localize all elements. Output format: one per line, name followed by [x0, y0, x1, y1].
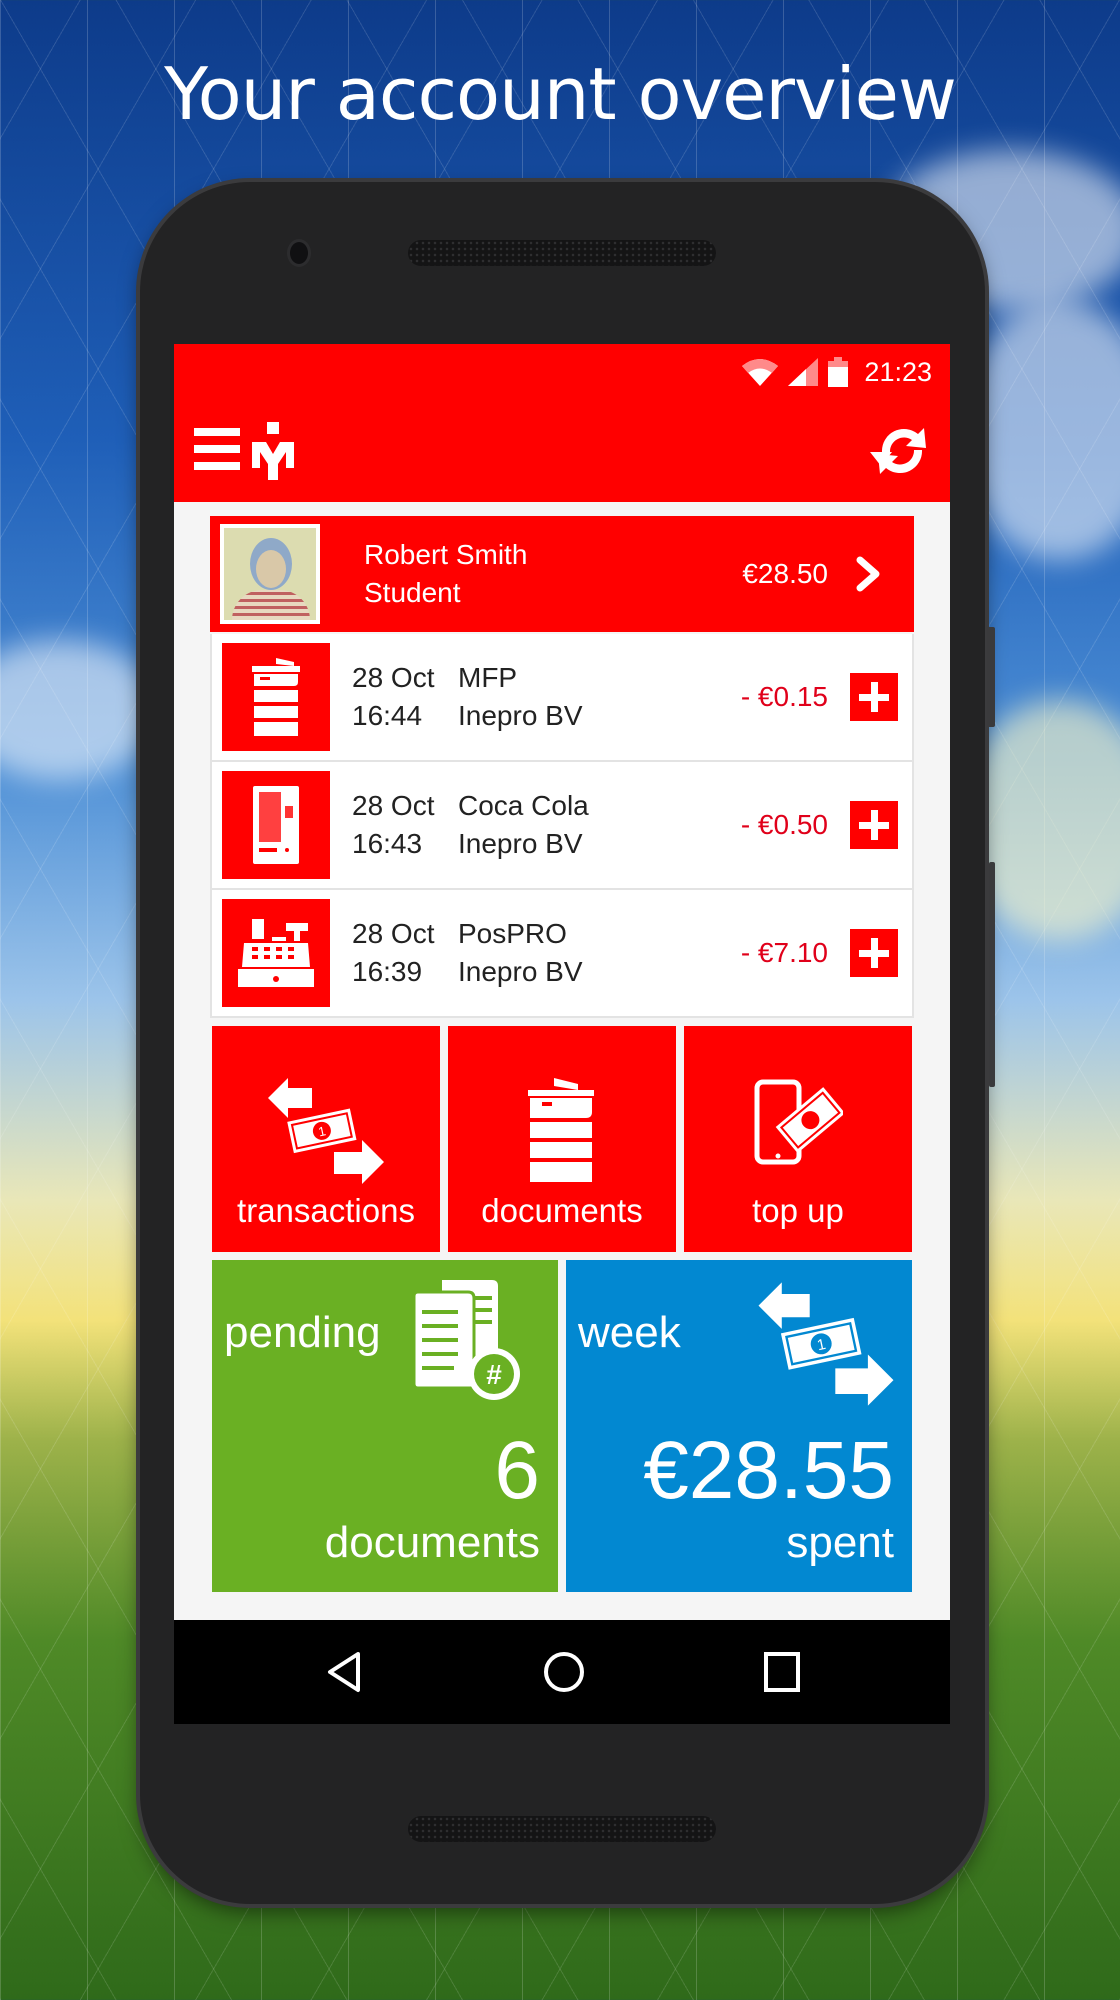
tile-top-up[interactable]: top up — [684, 1026, 912, 1252]
money-exchange-icon: 1 — [268, 1078, 384, 1184]
documents-hash-icon: # — [412, 1280, 520, 1400]
transaction-amount: - €7.10 — [740, 937, 828, 968]
transaction-row[interactable]: 28 Oct PosPRO 16:39 Inepro BV - €7.10 — [210, 890, 914, 1018]
money-exchange-icon: 1 — [758, 1282, 894, 1406]
plus-icon[interactable] — [850, 801, 898, 849]
pending-unit: documents — [324, 1518, 540, 1567]
week-spent-tile[interactable]: week 1 €28.55 spent — [566, 1260, 912, 1592]
transaction-row[interactable]: 28 Oct Coca Cola 16:43 Inepro BV - €0.50 — [210, 762, 914, 890]
profile-name: Robert Smith — [364, 539, 528, 570]
transaction-time: 16:44 — [352, 700, 423, 731]
week-spent-amount: €28.55 — [643, 1425, 894, 1516]
android-nav-bar — [174, 1620, 950, 1724]
transaction-name: PosPRO — [458, 918, 567, 949]
printer-icon — [222, 643, 330, 751]
content-area: Robert Smith Student €28.50 28 Oct MFP 1… — [174, 502, 950, 1592]
transaction-vendor: Inepro BV — [458, 700, 583, 731]
phone-screen: 21:23 Robert Smith Student €28.50 28 Oct… — [174, 344, 950, 1724]
wifi-icon — [742, 359, 779, 386]
back-icon[interactable] — [324, 1650, 364, 1694]
transaction-time: 16:43 — [352, 828, 423, 859]
home-icon[interactable] — [542, 1650, 586, 1694]
cash-register-icon — [222, 899, 330, 1007]
tile-documents[interactable]: documents — [448, 1026, 676, 1252]
front-camera — [290, 242, 308, 264]
tile-label: transactions — [237, 1192, 415, 1229]
pending-count: 6 — [494, 1425, 540, 1516]
transaction-date: 28 Oct — [352, 790, 435, 821]
tile-transactions[interactable]: 1 transactions — [212, 1026, 440, 1252]
transaction-date: 28 Oct — [352, 918, 435, 949]
transaction-date: 28 Oct — [352, 662, 435, 693]
app-bar — [174, 400, 950, 502]
top-speaker — [408, 240, 716, 266]
plus-icon[interactable] — [850, 929, 898, 977]
recents-icon[interactable] — [762, 1650, 802, 1694]
tile-label: top up — [752, 1192, 844, 1229]
battery-icon — [828, 357, 849, 387]
profile-card[interactable]: Robert Smith Student €28.50 — [210, 516, 914, 632]
hamburger-menu-icon[interactable] — [194, 426, 240, 472]
transaction-amount: - €0.50 — [740, 809, 828, 840]
transaction-name: MFP — [458, 662, 518, 693]
profile-role: Student — [364, 577, 461, 608]
transaction-row[interactable]: 28 Oct MFP 16:44 Inepro BV - €0.15 — [210, 634, 914, 762]
refresh-icon[interactable] — [870, 422, 934, 480]
profile-balance: €28.50 — [742, 558, 828, 589]
summary-tiles: pending # 6 documents week 1 €28.55 spen… — [210, 1260, 914, 1592]
vending-machine-icon — [222, 771, 330, 879]
pending-documents-tile[interactable]: pending # 6 documents — [212, 1260, 558, 1592]
chevron-right-icon[interactable] — [854, 554, 884, 594]
phone-frame: 21:23 Robert Smith Student €28.50 28 Oct… — [140, 182, 995, 1904]
status-bar: 21:23 — [174, 344, 950, 400]
tile-label: documents — [481, 1192, 643, 1229]
pending-title: pending — [224, 1308, 381, 1357]
power-button — [987, 627, 995, 727]
transaction-amount: - €0.15 — [740, 681, 828, 712]
printer-icon — [528, 1078, 594, 1182]
signal-icon — [788, 358, 819, 386]
phone-money-icon — [754, 1079, 843, 1165]
transaction-time: 16:39 — [352, 956, 423, 987]
status-time: 21:23 — [864, 356, 932, 387]
svg-text:#: # — [486, 1359, 502, 1390]
transaction-vendor: Inepro BV — [458, 828, 583, 859]
avatar — [220, 524, 320, 624]
week-unit: spent — [786, 1518, 894, 1567]
volume-button — [989, 862, 995, 1087]
app-logo-icon — [252, 422, 294, 480]
plus-icon[interactable] — [850, 673, 898, 721]
bottom-speaker — [408, 1816, 716, 1842]
page-headline: Your account overview — [164, 52, 957, 136]
transaction-name: Coca Cola — [458, 790, 589, 821]
transaction-vendor: Inepro BV — [458, 956, 583, 987]
action-tiles: 1 transactions documents top up — [210, 1026, 914, 1252]
week-title: week — [578, 1308, 681, 1357]
